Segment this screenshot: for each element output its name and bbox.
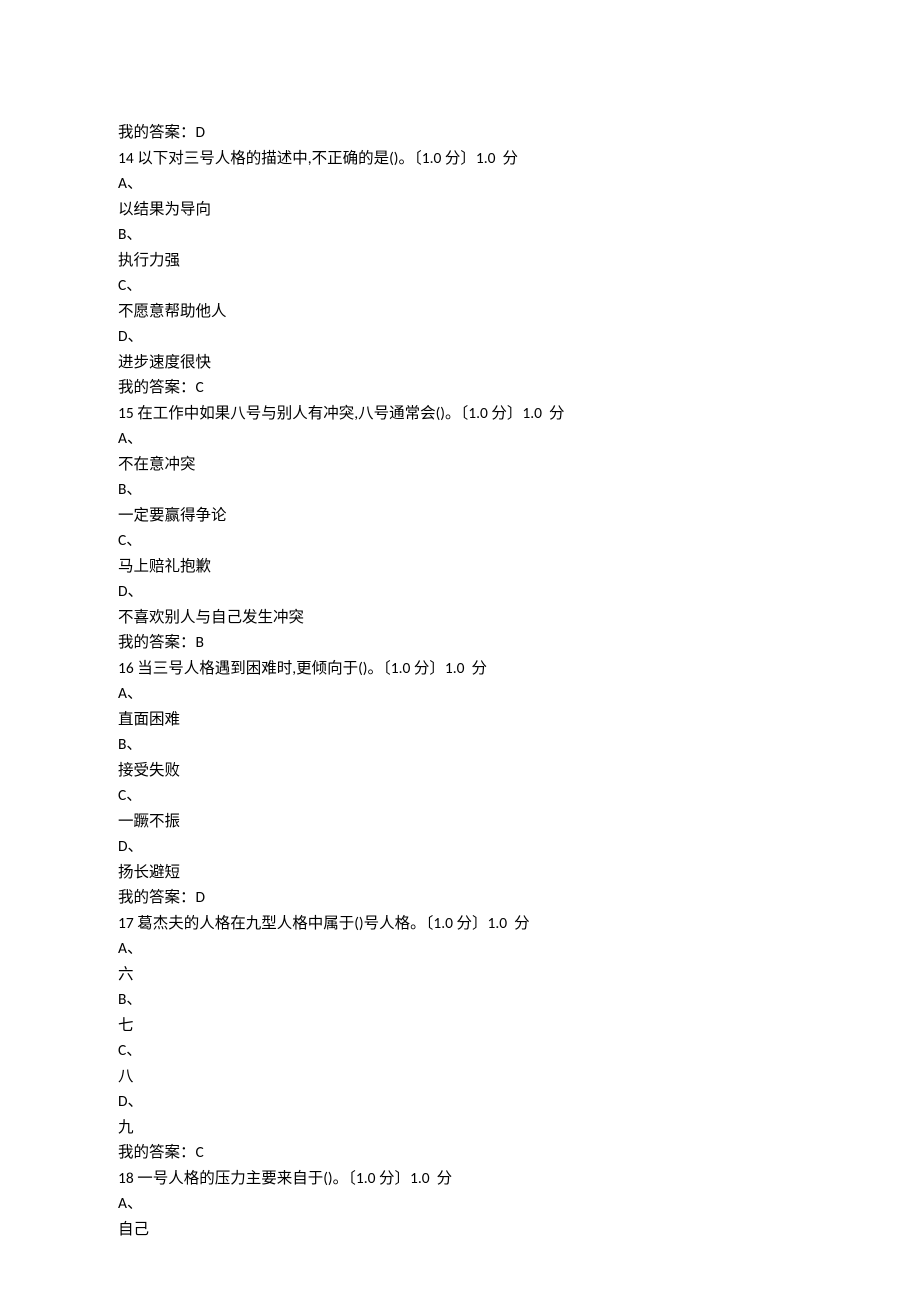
option-label: A、 (118, 171, 802, 197)
option-text: 一蹶不振 (118, 809, 802, 835)
question-points: 〔1.0 分〕1.0 分 (426, 914, 530, 933)
question-text: 当三号人格遇到困难时,更倾向于()。 (137, 659, 383, 678)
question-text: 一号人格的压力主要来自于()。 (137, 1169, 348, 1188)
answer-line: 我的答案：D (118, 120, 802, 146)
question-line: 14 以下对三号人格的描述中,不正确的是()。〔1.0 分〕1.0 分 (118, 146, 802, 172)
answer-value: D (196, 123, 206, 142)
answer-line: 我的答案：C (118, 375, 802, 401)
option-label: A、 (118, 426, 802, 452)
option-text: 九 (118, 1115, 802, 1141)
answer-value: B (196, 633, 204, 652)
answer-label: 我的答案： (118, 123, 196, 142)
option-text: 不愿意帮助他人 (118, 299, 802, 325)
answer-label: 我的答案： (118, 888, 196, 907)
option-label: C、 (118, 783, 802, 809)
option-text: 以结果为导向 (118, 197, 802, 223)
option-label: B、 (118, 477, 802, 503)
question-number: 17 (118, 914, 134, 933)
option-text: 六 (118, 962, 802, 988)
question-number: 18 (118, 1169, 134, 1188)
question-text: 葛杰夫的人格在九型人格中属于()号人格。 (137, 914, 425, 933)
option-label: C、 (118, 273, 802, 299)
option-label: A、 (118, 681, 802, 707)
option-label: A、 (118, 1191, 802, 1217)
question-line: 16 当三号人格遇到困难时,更倾向于()。〔1.0 分〕1.0 分 (118, 656, 802, 682)
question-text: 在工作中如果八号与别人有冲突,八号通常会()。 (137, 404, 460, 423)
option-text: 不喜欢别人与自己发生冲突 (118, 605, 802, 631)
option-label: D、 (118, 834, 802, 860)
question-points: 〔1.0 分〕1.0 分 (348, 1169, 452, 1188)
option-text: 执行力强 (118, 248, 802, 274)
answer-value: C (196, 378, 204, 397)
option-label: D、 (118, 324, 802, 350)
answer-line: 我的答案：B (118, 630, 802, 656)
option-text: 接受失败 (118, 758, 802, 784)
option-text: 自己 (118, 1217, 802, 1243)
option-text: 七 (118, 1013, 802, 1039)
option-text: 扬长避短 (118, 860, 802, 886)
answer-label: 我的答案： (118, 378, 196, 397)
option-label: D、 (118, 1089, 802, 1115)
question-text: 以下对三号人格的描述中,不正确的是()。 (137, 149, 414, 168)
answer-line: 我的答案：D (118, 885, 802, 911)
option-label: D、 (118, 579, 802, 605)
question-number: 15 (118, 404, 134, 423)
answer-line: 我的答案：C (118, 1140, 802, 1166)
option-text: 一定要赢得争论 (118, 503, 802, 529)
question-line: 15 在工作中如果八号与别人有冲突,八号通常会()。〔1.0 分〕1.0 分 (118, 401, 802, 427)
answer-label: 我的答案： (118, 633, 196, 652)
option-text: 直面困难 (118, 707, 802, 733)
document-page: 我的答案：D 14 以下对三号人格的描述中,不正确的是()。〔1.0 分〕1.0… (0, 0, 920, 1302)
option-text: 不在意冲突 (118, 452, 802, 478)
question-line: 17 葛杰夫的人格在九型人格中属于()号人格。〔1.0 分〕1.0 分 (118, 911, 802, 937)
option-label: C、 (118, 528, 802, 554)
question-number: 16 (118, 659, 134, 678)
answer-value: D (196, 888, 206, 907)
option-label: C、 (118, 1038, 802, 1064)
option-text: 马上赔礼抱歉 (118, 554, 802, 580)
question-points: 〔1.0 分〕1.0 分 (414, 149, 518, 168)
option-label: A、 (118, 936, 802, 962)
answer-value: C (196, 1143, 204, 1162)
question-points: 〔1.0 分〕1.0 分 (461, 404, 565, 423)
question-line: 18 一号人格的压力主要来自于()。〔1.0 分〕1.0 分 (118, 1166, 802, 1192)
answer-label: 我的答案： (118, 1143, 196, 1162)
question-number: 14 (118, 149, 134, 168)
option-label: B、 (118, 222, 802, 248)
option-label: B、 (118, 987, 802, 1013)
option-label: B、 (118, 732, 802, 758)
option-text: 进步速度很快 (118, 350, 802, 376)
option-text: 八 (118, 1064, 802, 1090)
question-points: 〔1.0 分〕1.0 分 (383, 659, 487, 678)
